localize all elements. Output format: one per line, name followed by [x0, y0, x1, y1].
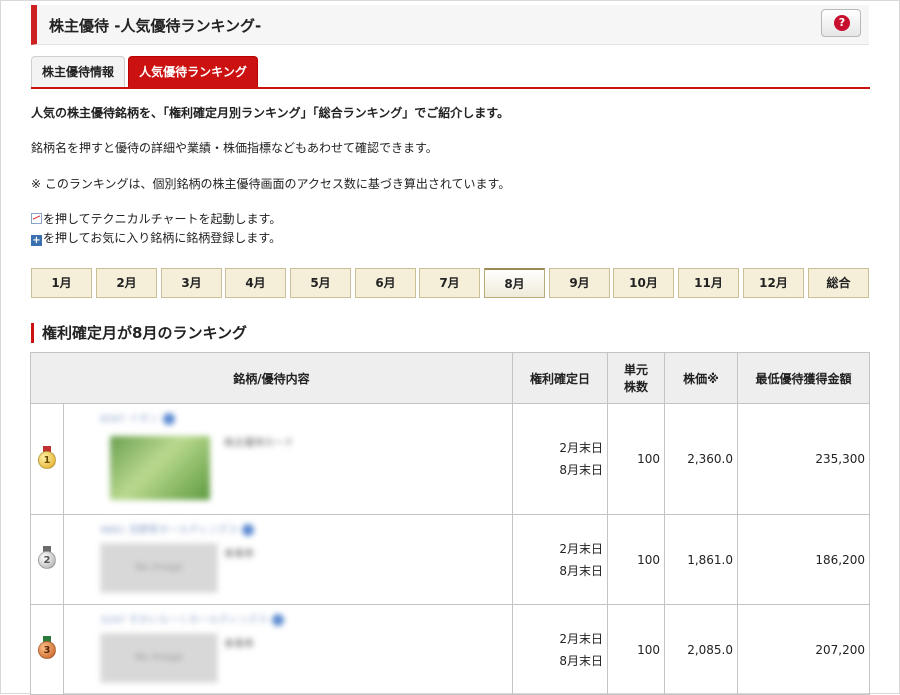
min-amount-cell: 235,300 [737, 403, 870, 515]
favorite-add-icon[interactable] [241, 524, 254, 536]
no-image-placeholder: No Image [100, 543, 218, 593]
col-header-name: 銘柄/優待内容 [30, 352, 513, 404]
rank-cell: 3 [30, 604, 64, 695]
tab-underline [31, 87, 870, 89]
chart-icon [31, 213, 42, 224]
unit-cell: 100 [607, 514, 665, 605]
stock-name-link[interactable]: 3197 すかいらーくホールディングス [100, 611, 284, 626]
stock-name-link[interactable]: 8267 イオン [100, 410, 175, 425]
page-title: 株主優待 -人気優待ランキング- [49, 17, 262, 35]
intro-how-to: 銘柄名を押すと優待の詳細や業績・株価指標などもあわせて確認できます。 [31, 141, 438, 155]
table-row: 3 3197 すかいらーくホールディングス No Image 食事券 2月末日 8… [30, 604, 870, 695]
intro-chart-text: を押してテクニカルチャートを起動します。 [43, 212, 282, 226]
month-button-3[interactable]: 3月 [161, 268, 222, 298]
ranking-table: 銘柄/優待内容 権利確定日 単元 株数 株価※ 最低優待獲得金額 1 8267 … [30, 352, 870, 695]
col-header-date: 権利確定日 [512, 352, 608, 404]
month-button-5[interactable]: 5月 [290, 268, 351, 298]
col-header-min-amount: 最低優待獲得金額 [737, 352, 870, 404]
benefit-text: 株主優待カード [224, 438, 294, 449]
record-date-cell: 2月末日 8月末日 [512, 514, 608, 605]
month-button-6[interactable]: 6月 [355, 268, 416, 298]
stock-content-cell: 8267 イオン 株主優待カード [63, 403, 513, 515]
help-icon: ? [834, 15, 850, 31]
intro-favorite-text: を押してお気に入り銘柄に銘柄登録します。 [43, 231, 282, 245]
unit-cell: 100 [607, 604, 665, 695]
month-button-4[interactable]: 4月 [225, 268, 286, 298]
month-button-12[interactable]: 12月 [743, 268, 804, 298]
col-header-price: 株価※ [664, 352, 738, 404]
favorite-add-icon[interactable] [271, 614, 284, 626]
rank-cell: 2 [30, 514, 64, 605]
bronze-medal-icon: 3 [38, 636, 56, 660]
section-title: 権利確定月が8月のランキング [31, 323, 247, 343]
page-header: 株主優待 -人気優待ランキング- ? [31, 5, 869, 45]
month-button-total[interactable]: 総合 [808, 268, 869, 298]
price-cell: 1,861.0 [664, 514, 738, 605]
intro-favorite-help: + を押してお気に入り銘柄に銘柄登録します。 [31, 229, 281, 246]
month-button-10[interactable]: 10月 [613, 268, 674, 298]
favorite-add-icon[interactable] [162, 413, 175, 425]
benefit-text: 食事券 [224, 549, 254, 560]
intro-chart-help: を押してテクニカルチャートを起動します。 [31, 210, 281, 227]
gold-medal-icon: 1 [38, 445, 56, 470]
help-button[interactable]: ? [821, 9, 861, 37]
record-date-cell: 2月末日 8月末日 [512, 403, 608, 515]
plus-icon: + [31, 235, 42, 246]
stock-name-link[interactable]: 9861 吉野家ホールディングス [100, 521, 254, 536]
intro-note: ※ このランキングは、個別銘柄の株主優待画面のアクセス数に基づき算出されています… [31, 177, 511, 191]
silver-medal-icon: 2 [38, 546, 56, 570]
tab-yutai-info[interactable]: 株主優待情報 [31, 56, 125, 87]
unit-cell: 100 [607, 403, 665, 515]
price-cell: 2,085.0 [664, 604, 738, 695]
price-cell: 2,360.0 [664, 403, 738, 515]
min-amount-cell: 186,200 [737, 514, 870, 605]
stock-content-cell: 3197 すかいらーくホールディングス No Image 食事券 [63, 604, 513, 695]
month-button-7[interactable]: 7月 [419, 268, 480, 298]
min-amount-cell: 207,200 [737, 604, 870, 695]
table-row: 2 9861 吉野家ホールディングス No Image 食事券 2月末日 8月末日… [30, 514, 870, 605]
col-header-unit-line2: 株数 [623, 380, 648, 394]
month-button-9[interactable]: 9月 [549, 268, 610, 298]
col-header-unit: 単元 株数 [607, 352, 665, 404]
rank-cell: 1 [30, 403, 64, 515]
stock-content-cell: 9861 吉野家ホールディングス No Image 食事券 [63, 514, 513, 605]
record-date-cell: 2月末日 8月末日 [512, 604, 608, 695]
month-button-8[interactable]: 8月 [484, 268, 545, 298]
tab-popular-ranking[interactable]: 人気優待ランキング [128, 56, 258, 87]
benefit-text: 食事券 [224, 639, 254, 650]
month-button-2[interactable]: 2月 [96, 268, 157, 298]
month-selector: 1月 2月 3月 4月 5月 6月 7月 8月 9月 10月 11月 12月 総… [31, 268, 870, 298]
col-header-unit-line1: 単元 [623, 363, 648, 377]
month-button-11[interactable]: 11月 [678, 268, 739, 298]
no-image-placeholder: No Image [100, 633, 218, 683]
benefit-image [110, 436, 210, 500]
month-button-1[interactable]: 1月 [31, 268, 92, 298]
table-row: 1 8267 イオン 株主優待カード 2月末日 8月末日 100 2,360.0 … [30, 403, 870, 515]
table-header-row: 銘柄/優待内容 権利確定日 単元 株数 株価※ 最低優待獲得金額 [30, 352, 870, 404]
intro-lead: 人気の株主優待銘柄を、「権利確定月別ランキング」「総合ランキング」でご紹介します… [31, 106, 510, 120]
